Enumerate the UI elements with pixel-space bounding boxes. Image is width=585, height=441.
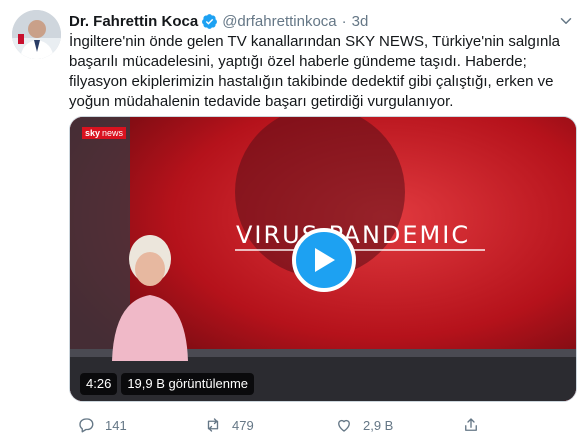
video-player[interactable]: sky news VIRUS PANDEMIC 4:26 19,9 B görün… — [69, 116, 577, 402]
reply-button[interactable]: 141 — [77, 415, 127, 435]
play-icon — [315, 248, 335, 272]
reply-count: 141 — [105, 417, 127, 433]
retweet-button[interactable]: 479 — [204, 415, 254, 435]
author-handle[interactable]: @drfahrettinkoca — [222, 13, 336, 30]
share-button[interactable] — [462, 415, 490, 435]
verified-badge-icon — [202, 13, 218, 29]
tweet-text-line: başarılı mücadelesini, yaptığı özel habe… — [69, 53, 527, 70]
reply-icon — [79, 418, 94, 433]
tweet-timestamp[interactable]: 3d — [352, 13, 369, 30]
header-separator: · — [341, 12, 347, 30]
tweet-header: Dr. Fahrettin Koca @drfahrettinkoca · 3d — [69, 11, 368, 31]
author-name[interactable]: Dr. Fahrettin Koca — [69, 13, 198, 30]
chevron-down-icon[interactable] — [557, 12, 575, 30]
retweet-count: 479 — [232, 417, 254, 433]
avatar-image — [12, 10, 61, 59]
tweet-text-line: İngiltere'nin önde gelen TV kanallarında… — [69, 33, 561, 50]
like-count: 2,9 B — [363, 417, 394, 433]
video-banner-text: VIRUS PANDEMIC — [236, 221, 471, 249]
like-icon — [338, 419, 350, 432]
play-button[interactable] — [292, 228, 356, 292]
channel-logo: sky news — [82, 127, 127, 139]
video-view-count: 19,9 B görüntülenme — [121, 373, 255, 395]
channel-logo-bold: sky — [85, 128, 101, 138]
retweet-icon — [207, 418, 219, 432]
share-icon — [465, 418, 477, 431]
channel-logo-text: news — [102, 128, 124, 138]
tweet-actions: 141 479 2,9 B — [69, 415, 579, 435]
tweet-card[interactable]: Dr. Fahrettin Koca @drfahrettinkoca · 3d… — [0, 0, 585, 441]
video-info: 4:26 19,9 B görüntülenme — [80, 373, 255, 395]
tweet-text: İngiltere'nin önde gelen TV kanallarında… — [69, 32, 579, 112]
tweet-text-line: yoğun müdahalenin tedavide başarı getird… — [69, 93, 454, 110]
video-duration: 4:26 — [80, 373, 118, 395]
tweet-text-line: filyasyon ekiplerimizin hastalığın takib… — [69, 73, 554, 90]
like-button[interactable]: 2,9 B — [335, 415, 393, 435]
avatar[interactable] — [12, 10, 61, 59]
